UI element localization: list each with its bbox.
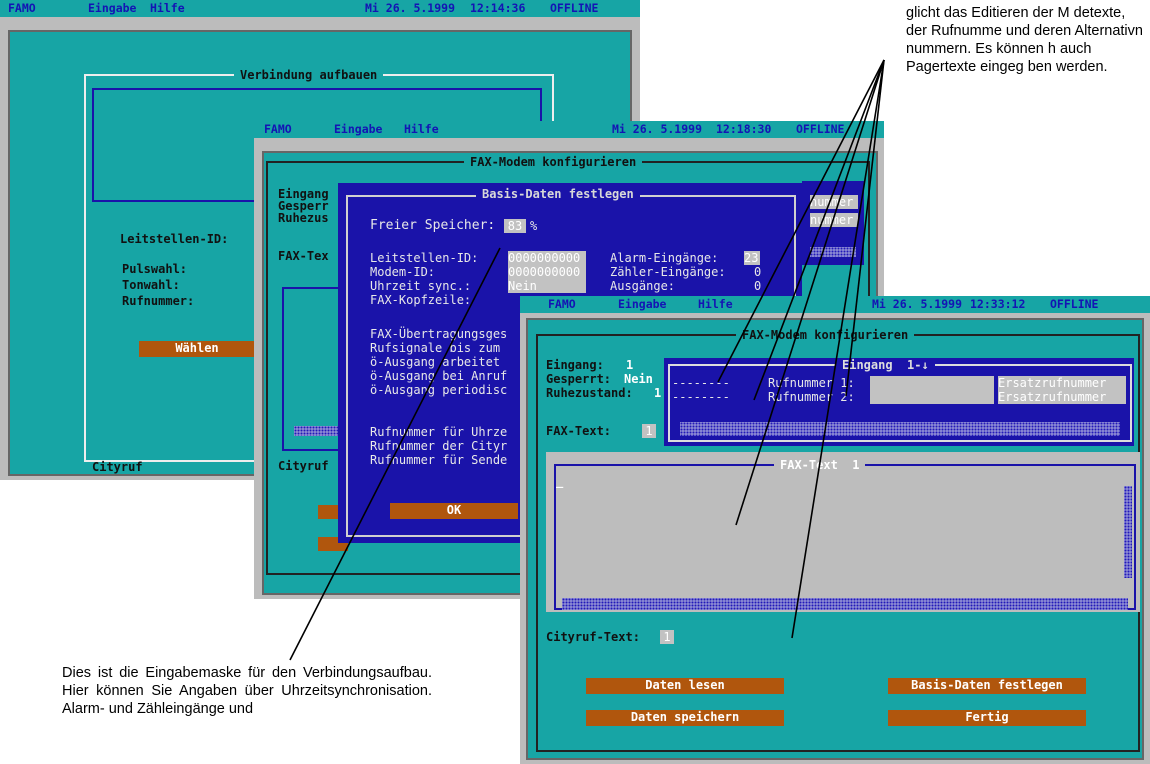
pointer-line bbox=[791, 59, 885, 639]
pointer-line bbox=[289, 247, 501, 661]
annotation-lines bbox=[289, 59, 885, 661]
pointer-line bbox=[735, 59, 885, 526]
